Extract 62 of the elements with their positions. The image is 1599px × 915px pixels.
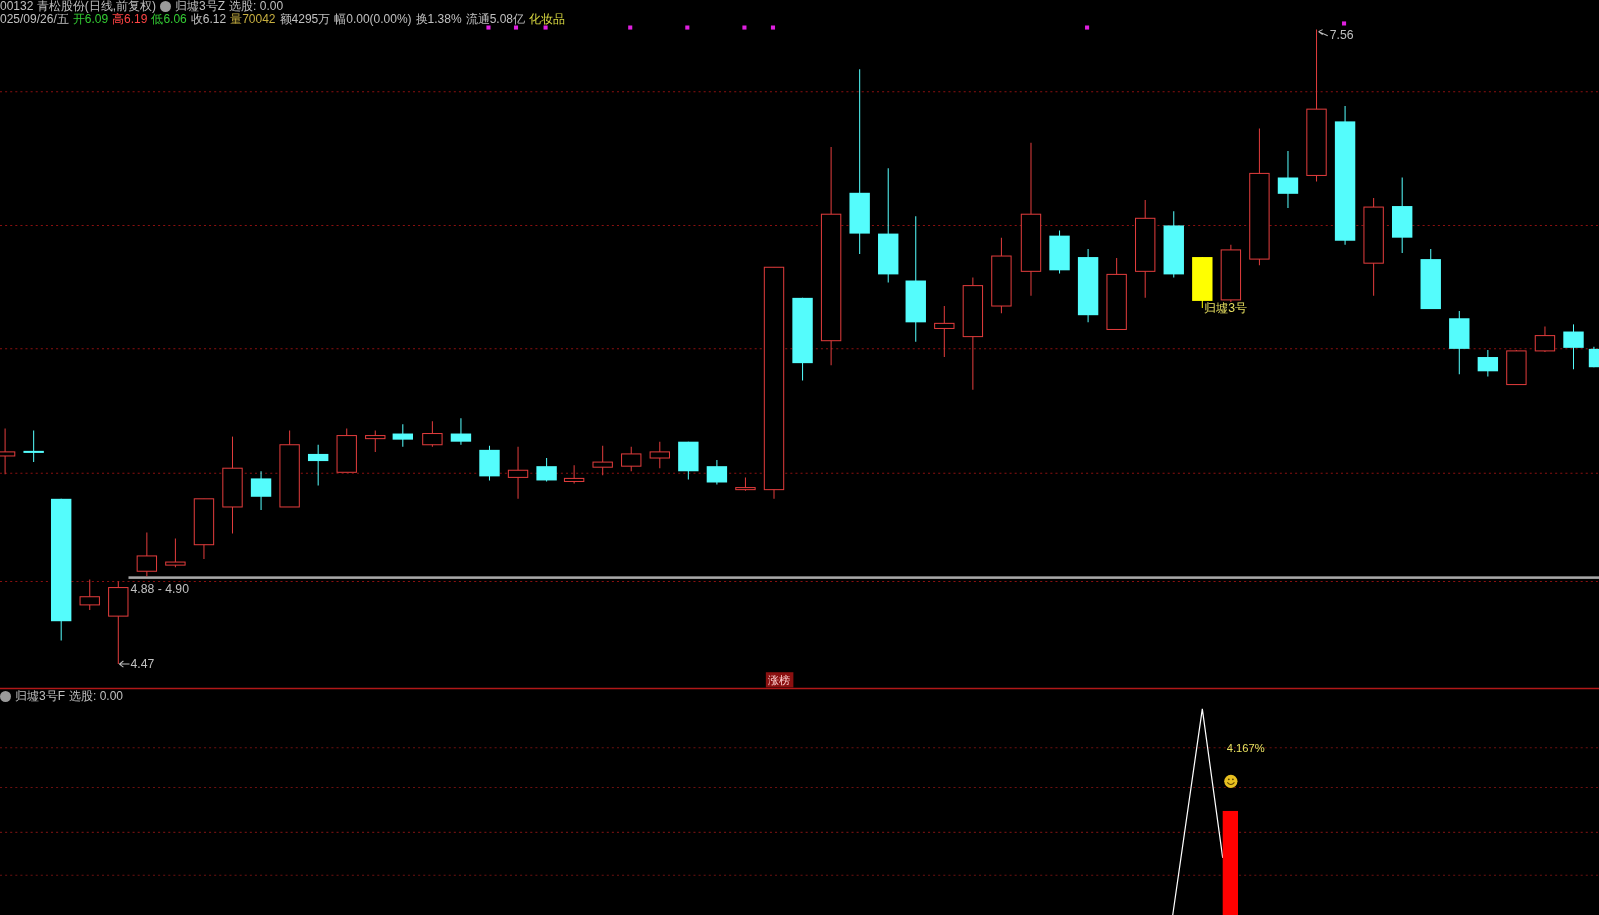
stock-title: 00132 青松股份(日线,前复权) — [0, 0, 157, 13]
quote-field: 量70042 — [230, 12, 276, 26]
candlestick — [0, 427, 16, 475]
candlestick — [1049, 230, 1070, 274]
indicator-value: 选股: 0.00 — [69, 689, 124, 703]
quote-field: 额4295万 — [279, 12, 331, 26]
indicator-reading: 4.167% — [1226, 741, 1265, 754]
indicator-icon — [160, 0, 172, 12]
signal-label: 归墟3号 — [1204, 301, 1248, 316]
low-price-label: 4.47 — [130, 657, 155, 672]
price-range-label: 4.88 - 4.90 — [130, 581, 189, 596]
candlestick — [1534, 325, 1556, 353]
candlestick — [23, 429, 44, 463]
arrow-icon — [1318, 29, 1329, 37]
quote-field: 低6.06 — [151, 12, 187, 26]
indicator-icon — [0, 690, 11, 702]
quote-field: 换1.38% — [415, 12, 462, 26]
candlestick — [1163, 210, 1184, 278]
quote-field: 幅0.00(0.00%) — [334, 12, 412, 26]
smiley-icon — [1224, 774, 1238, 788]
quote-field: 收6.12 — [190, 12, 227, 26]
candlestick — [934, 305, 955, 358]
candlestick — [1477, 349, 1499, 377]
candlestick — [1449, 310, 1470, 375]
indicator-name: 归墟3号Z — [175, 0, 226, 13]
indicator-name: 归墟3号F — [15, 689, 65, 703]
candlestick — [678, 441, 699, 480]
candlestick — [422, 420, 443, 448]
candlestick — [250, 470, 272, 511]
candlestick — [165, 538, 186, 568]
quote-field: 高6.19 — [112, 12, 148, 26]
arrow-icon — [118, 660, 130, 668]
candlestick — [365, 429, 386, 453]
candlestick — [536, 457, 557, 482]
candlestick — [621, 446, 642, 472]
candlestick — [1588, 346, 1599, 368]
candlestick — [1420, 248, 1441, 310]
candlestick — [450, 417, 472, 446]
candlestick — [649, 441, 670, 469]
candlestick — [1277, 150, 1299, 209]
indicator-value: 选股: 0.00 — [229, 0, 284, 13]
candlestick — [1220, 244, 1242, 303]
candlestick — [336, 427, 357, 473]
candlestick — [307, 444, 329, 487]
ranking-badge: 涨榜 — [765, 672, 794, 688]
candlestick — [592, 445, 613, 476]
candlestick — [507, 446, 529, 500]
candlestick — [706, 459, 728, 486]
candlestick — [136, 531, 158, 577]
high-price-label: 7.56 — [1329, 27, 1354, 42]
candlestick — [79, 578, 100, 611]
candlestick — [193, 498, 215, 560]
candlestick — [563, 464, 585, 484]
quote-field: 化妆品 — [529, 12, 565, 26]
candlestick — [1563, 323, 1584, 370]
quote-field: 开6.09 — [72, 12, 109, 26]
candlestick — [1506, 349, 1527, 386]
quote-field: 025/09/26/五 — [0, 12, 69, 26]
quote-field: 流通5.08亿 — [465, 12, 525, 26]
candlestick — [735, 476, 756, 492]
candlestick — [392, 423, 413, 448]
candlestick — [479, 445, 500, 481]
